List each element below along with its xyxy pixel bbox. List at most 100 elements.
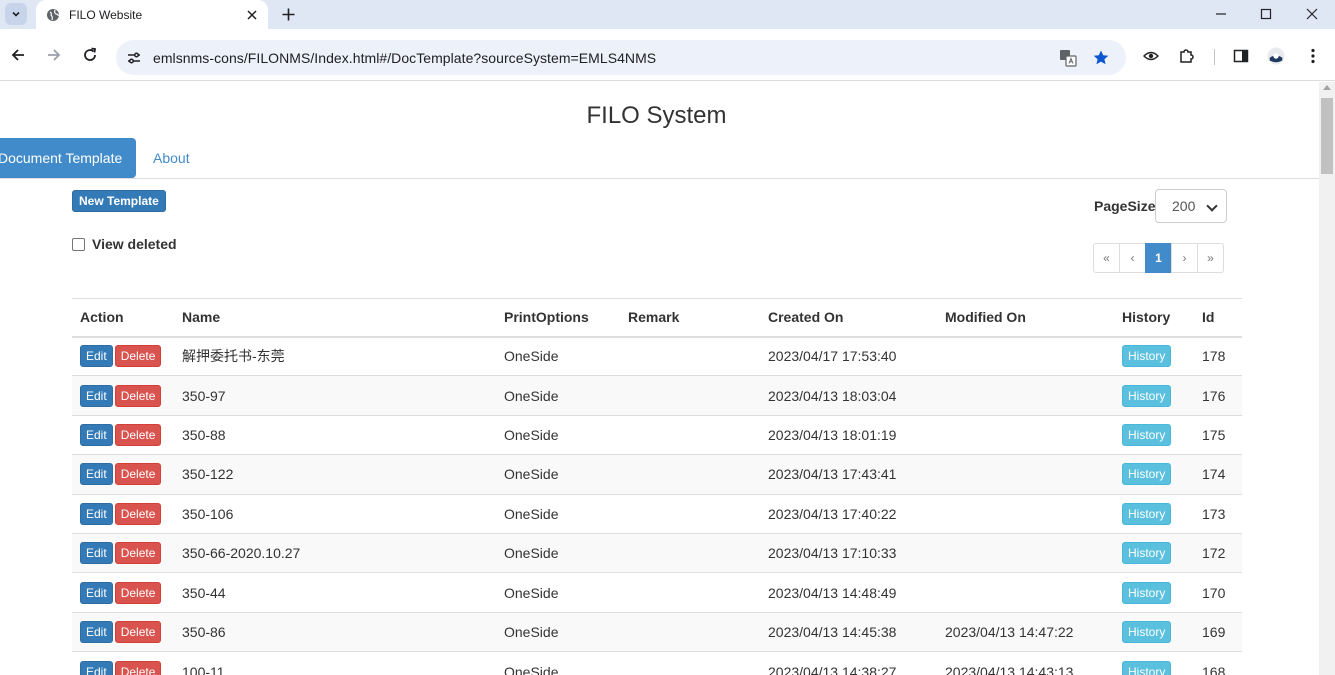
delete-button[interactable]: Delete (114, 581, 162, 604)
pager-last[interactable]: » (1197, 243, 1224, 273)
delete-button[interactable]: Delete (114, 660, 162, 675)
history-button[interactable]: History (1122, 620, 1172, 643)
tab-about[interactable]: About (153, 138, 190, 178)
pagination: « ‹ 1 › » (1093, 243, 1224, 273)
address-bar[interactable]: emlsnms-cons/FILONMS/Index.html#/DocTemp… (116, 40, 1126, 75)
tab-search-button[interactable] (5, 3, 27, 25)
reload-icon[interactable] (81, 46, 99, 64)
history-button[interactable]: History (1122, 463, 1172, 486)
created-cell: 2023/04/13 14:48:49 (760, 572, 937, 613)
delete-button[interactable]: Delete (114, 620, 162, 643)
minimize-icon[interactable] (1209, 4, 1233, 24)
profile-avatar-icon[interactable] (1267, 47, 1285, 65)
modified-cell (937, 454, 1114, 495)
edit-button[interactable]: Edit (80, 542, 113, 565)
remark-cell (620, 651, 760, 675)
action-cell: Edit Delete (72, 335, 174, 376)
side-panel-icon[interactable] (1232, 47, 1250, 65)
pager-next[interactable]: › (1171, 243, 1198, 273)
action-cell: Edit Delete (72, 414, 174, 455)
modified-cell (937, 532, 1114, 573)
name-cell: 350-122 (174, 454, 496, 495)
scroll-up-arrow-icon[interactable] (1323, 85, 1331, 90)
translate-icon[interactable] (1058, 48, 1078, 68)
bookmark-star-icon[interactable] (1091, 48, 1111, 68)
edit-button[interactable]: Edit (80, 345, 113, 368)
delete-button[interactable]: Delete (114, 423, 162, 446)
table-row: Edit Delete 350-122 OneSide 2023/04/13 17… (72, 454, 1242, 495)
view-deleted-checkbox[interactable] (72, 237, 85, 251)
history-cell: History (1114, 414, 1194, 455)
id-cell: 170 (1194, 572, 1242, 613)
created-cell: 2023/04/13 18:01:19 (760, 414, 937, 455)
print-options-cell: OneSide (496, 532, 620, 573)
new-template-button[interactable]: New Template (72, 190, 166, 212)
page-content: FILO System Document Template About New … (0, 82, 1319, 675)
pager-first[interactable]: « (1093, 243, 1120, 273)
history-button[interactable]: History (1122, 660, 1172, 675)
pagesize-label: PageSize (1094, 198, 1156, 214)
back-arrow-icon[interactable] (9, 46, 27, 64)
eye-icon[interactable] (1142, 47, 1160, 65)
history-cell: History (1114, 454, 1194, 495)
browser-tab-strip: FILO Website (0, 0, 1335, 29)
id-cell: 175 (1194, 414, 1242, 455)
forward-arrow-icon[interactable] (45, 46, 63, 64)
delete-button[interactable]: Delete (114, 502, 162, 525)
edit-button[interactable]: Edit (80, 581, 113, 604)
edit-button[interactable]: Edit (80, 620, 113, 643)
pagesize-select[interactable]: 200 (1155, 189, 1227, 223)
table-header-row: Action Name PrintOptions Remark Created … (72, 298, 1242, 338)
modified-cell: 2023/04/13 14:43:13 (937, 651, 1114, 675)
name-cell: 350-88 (174, 414, 496, 455)
scrollbar-thumb[interactable] (1321, 98, 1333, 174)
history-button[interactable]: History (1122, 423, 1172, 446)
new-tab-icon[interactable] (279, 5, 297, 23)
extensions-icon[interactable] (1178, 47, 1196, 65)
close-tab-icon[interactable] (244, 7, 260, 23)
remark-cell (620, 375, 760, 416)
column-header: History (1114, 298, 1194, 338)
action-cell: Edit Delete (72, 611, 174, 652)
name-cell: 350-106 (174, 493, 496, 534)
pager-prev[interactable]: ‹ (1119, 243, 1146, 273)
site-settings-icon[interactable] (124, 48, 144, 68)
url-text: emlsnms-cons/FILONMS/Index.html#/DocTemp… (153, 50, 657, 66)
template-table: Action Name PrintOptions Remark Created … (72, 298, 1242, 675)
modified-cell (937, 493, 1114, 534)
modified-cell (937, 572, 1114, 613)
edit-button[interactable]: Edit (80, 660, 113, 675)
edit-button[interactable]: Edit (80, 463, 113, 486)
page-scrollbar[interactable] (1319, 82, 1335, 675)
history-button[interactable]: History (1122, 384, 1172, 407)
delete-button[interactable]: Delete (114, 463, 162, 486)
history-button[interactable]: History (1122, 502, 1172, 525)
remark-cell (620, 611, 760, 652)
id-cell: 173 (1194, 493, 1242, 534)
browser-tab-active[interactable]: FILO Website (36, 0, 268, 29)
print-options-cell: OneSide (496, 414, 620, 455)
history-button[interactable]: History (1122, 345, 1172, 368)
more-menu-icon[interactable] (1304, 47, 1322, 65)
created-cell: 2023/04/17 17:53:40 (760, 335, 937, 376)
tab-document-template[interactable]: Document Template (0, 138, 136, 178)
column-header: Name (174, 298, 496, 338)
delete-button[interactable]: Delete (114, 542, 162, 565)
edit-button[interactable]: Edit (80, 423, 113, 446)
created-cell: 2023/04/13 17:10:33 (760, 532, 937, 573)
action-cell: Edit Delete (72, 493, 174, 534)
history-button[interactable]: History (1122, 581, 1172, 604)
close-window-icon[interactable] (1300, 4, 1324, 24)
modified-cell (937, 414, 1114, 455)
edit-button[interactable]: Edit (80, 384, 113, 407)
history-cell: History (1114, 651, 1194, 675)
edit-button[interactable]: Edit (80, 502, 113, 525)
column-header: Id (1194, 298, 1242, 338)
delete-button[interactable]: Delete (114, 345, 162, 368)
pager-current[interactable]: 1 (1145, 243, 1172, 273)
maximize-icon[interactable] (1254, 4, 1278, 24)
remark-cell (620, 572, 760, 613)
delete-button[interactable]: Delete (114, 384, 162, 407)
print-options-cell: OneSide (496, 454, 620, 495)
history-button[interactable]: History (1122, 542, 1172, 565)
